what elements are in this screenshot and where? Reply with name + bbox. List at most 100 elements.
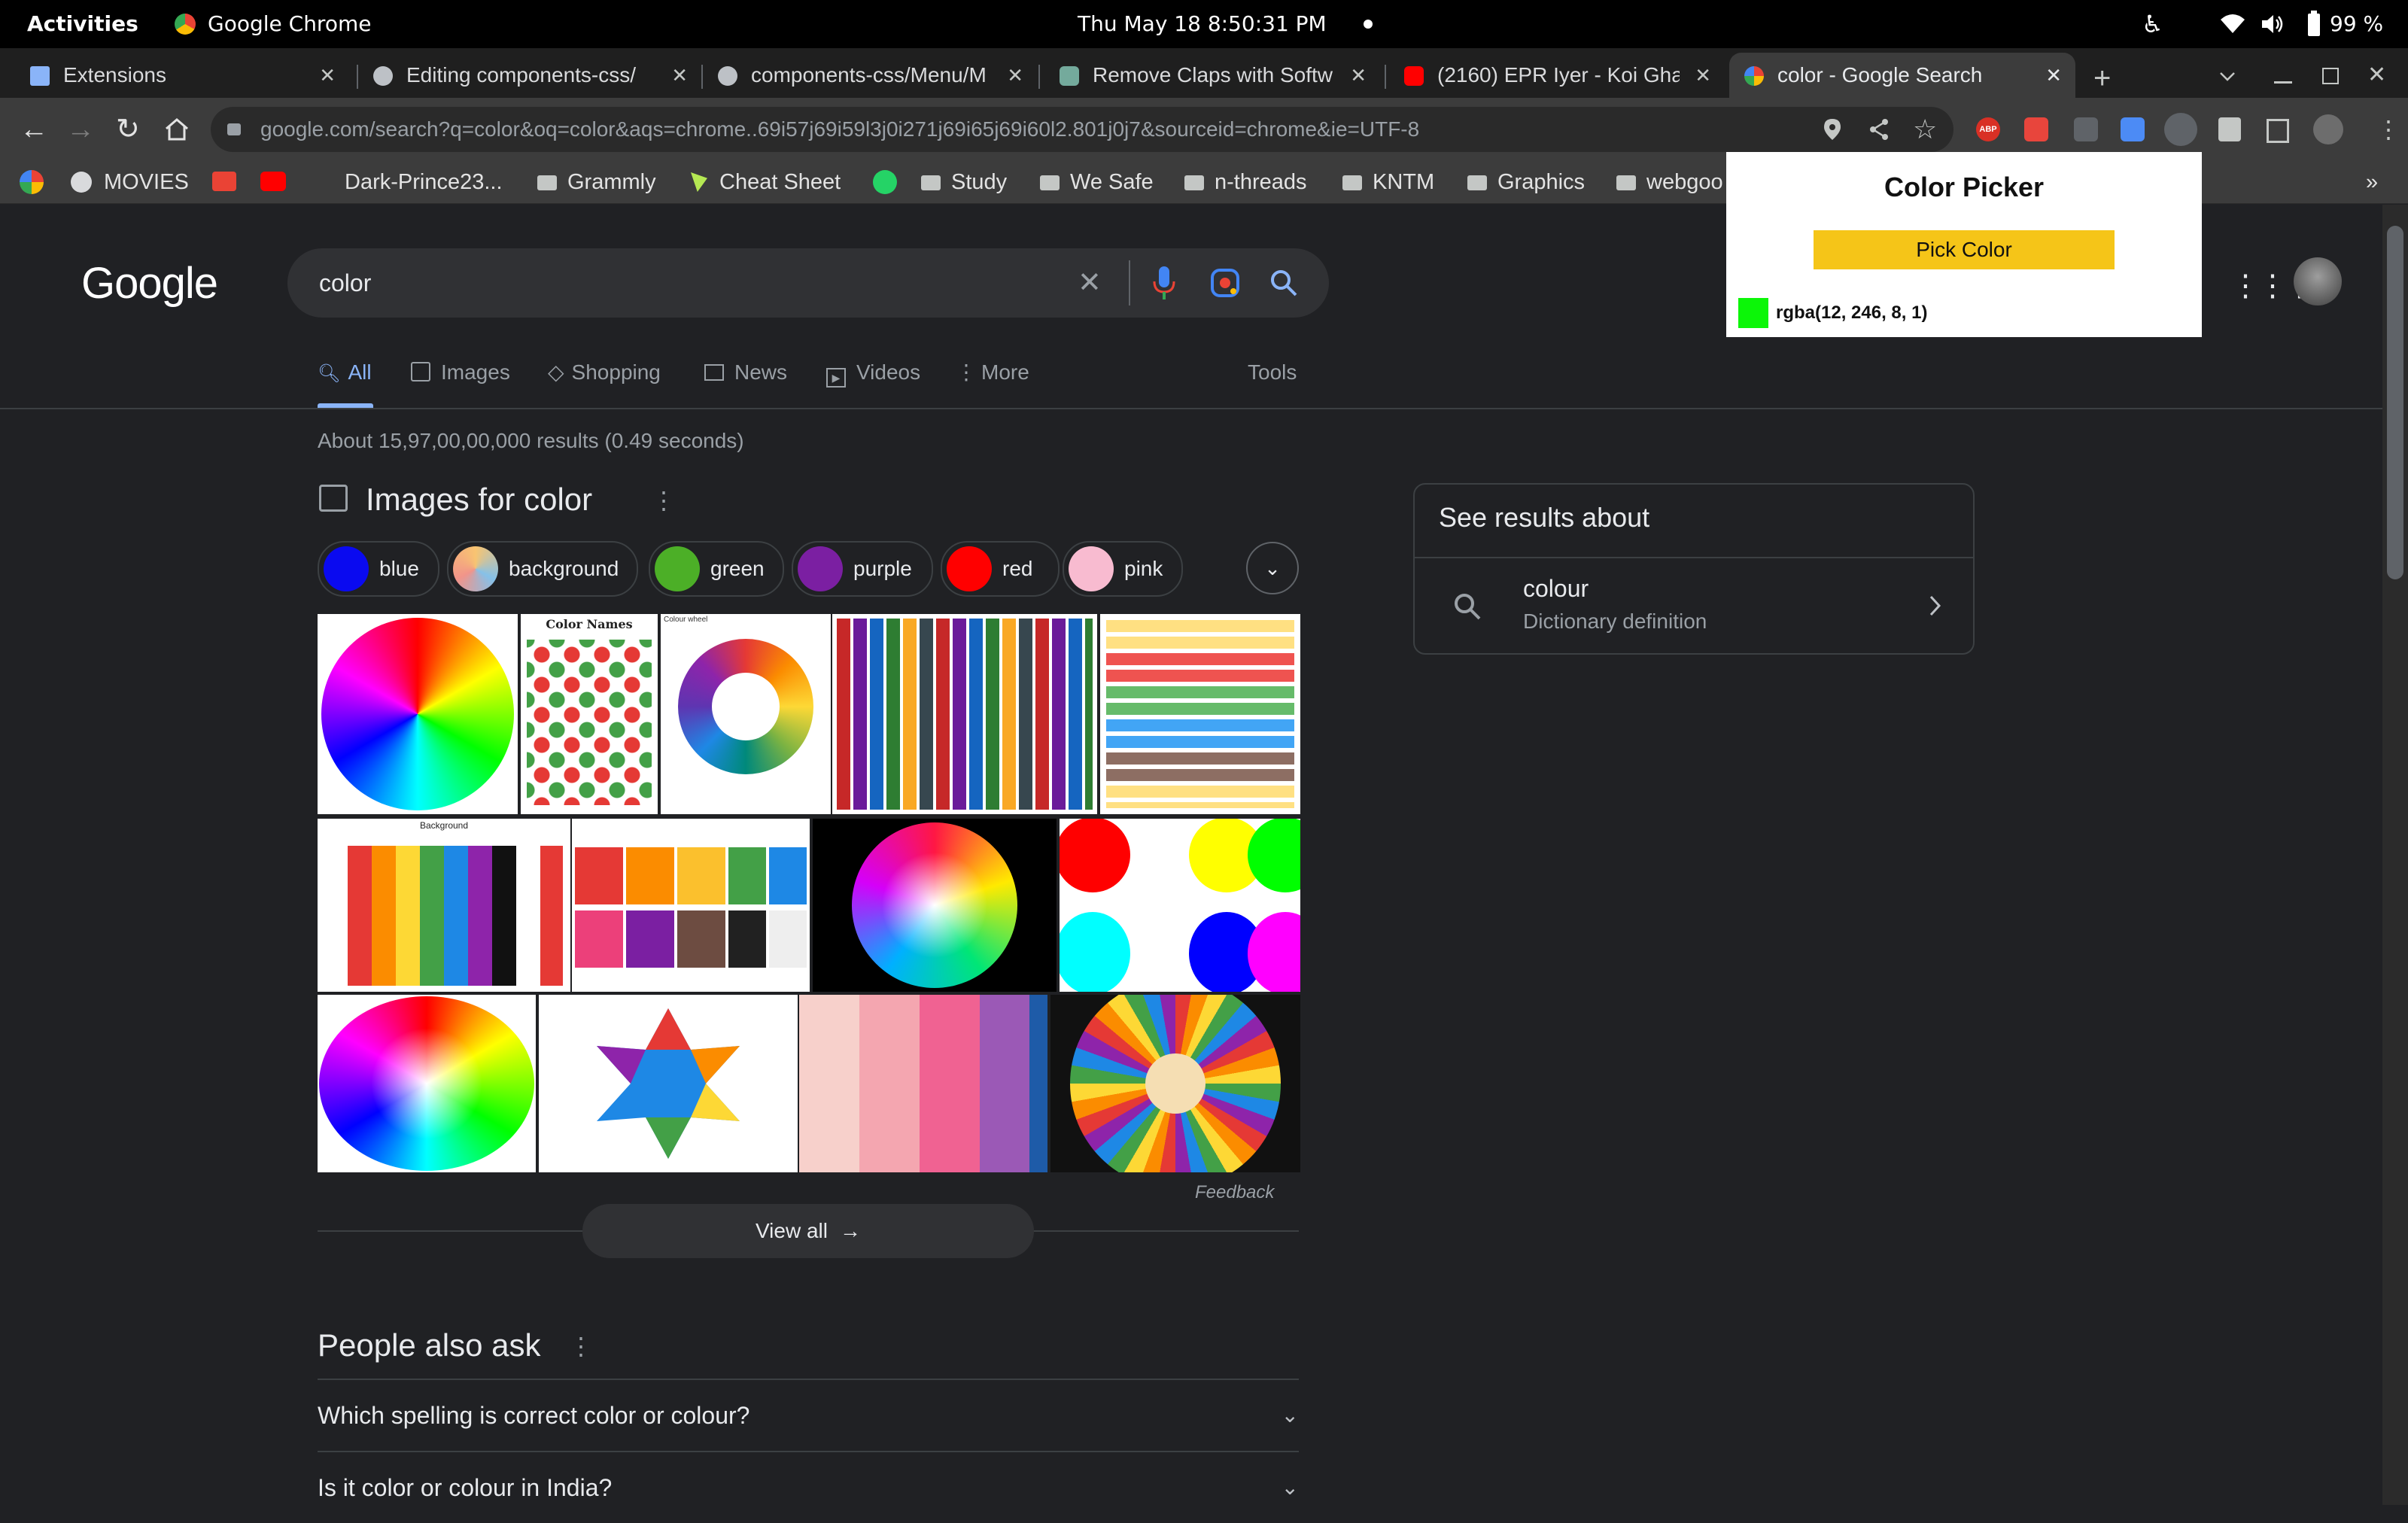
chip-green[interactable]: green [649, 541, 784, 597]
tab-images[interactable]: Images [411, 354, 510, 391]
question-row[interactable]: Is it color or colour in India? ⌄ [318, 1451, 1299, 1523]
tab-more[interactable]: ⋮ More [956, 354, 1029, 391]
tab-all[interactable]: 🔍︎ All [318, 354, 372, 391]
image-result-color-meanings[interactable] [572, 819, 810, 992]
close-icon[interactable]: ✕ [1007, 53, 1023, 98]
bookmark-grammly[interactable]: Grammly [537, 161, 656, 203]
image-result-color-circles[interactable] [1060, 819, 1300, 992]
app-menu[interactable]: Google Chrome [208, 0, 371, 48]
tools-button[interactable]: Tools [1248, 354, 1297, 391]
tab-extensions[interactable]: Extensions ✕ [15, 53, 349, 98]
pick-color-button[interactable]: Pick Color [1814, 230, 2115, 269]
gmail-icon[interactable] [212, 172, 236, 191]
chip-purple[interactable]: purple [792, 541, 933, 597]
bookmark-n-threads[interactable]: n-threads [1184, 161, 1307, 203]
minimize-icon[interactable] [2274, 81, 2292, 84]
location-icon[interactable] [1823, 117, 1842, 141]
whatsapp-icon[interactable] [873, 170, 897, 194]
result-colour-item[interactable]: colour Dictionary definition [1415, 558, 1973, 653]
reload-button[interactable]: ↻ [116, 111, 140, 147]
eyedropper-icon[interactable] [2121, 117, 2145, 141]
image-result-colour-wheel-diagram[interactable]: Colour wheel [661, 614, 831, 814]
bookmark-dark-prince[interactable]: Dark-Prince23... [345, 161, 503, 203]
expand-chips-button[interactable]: ⌄ [1246, 542, 1299, 594]
view-all-button[interactable]: View all → [582, 1204, 1034, 1258]
search-icon[interactable] [1269, 268, 1299, 298]
tab-news[interactable]: News [704, 354, 787, 391]
bookmark-movies[interactable]: MOVIES [71, 161, 189, 203]
extension-icon[interactable] [2024, 117, 2048, 141]
image-result-hexagon-palette[interactable] [318, 995, 536, 1172]
image-result-background-chart[interactable]: Background [318, 819, 570, 992]
image-result-color-wheel[interactable] [318, 614, 518, 814]
tab-remove-claps[interactable]: Remove Claps with Softw ✕ [1044, 53, 1380, 98]
chip-pink[interactable]: pink [1063, 541, 1183, 597]
selected-color-value[interactable]: rgba(12, 246, 8, 1) [1776, 298, 1927, 328]
search-input[interactable]: color [319, 260, 371, 306]
share-icon[interactable] [1868, 117, 1890, 141]
image-result-pink-palette[interactable] [799, 995, 1047, 1172]
color-picker-extension-icon[interactable] [2164, 113, 2197, 146]
close-icon[interactable]: ✕ [1350, 53, 1367, 98]
bookmark-cheat-sheet[interactable]: Cheat Sheet [691, 161, 841, 203]
bookmarks-overflow-button[interactable]: » [2366, 161, 2378, 203]
tab-components-menu[interactable]: components-css/Menu/M ✕ [703, 53, 1037, 98]
battery-icon[interactable] [2307, 11, 2321, 36]
forward-button[interactable]: → [66, 111, 95, 147]
image-result-colored-pencils[interactable] [1050, 995, 1300, 1172]
close-icon[interactable]: ✕ [2045, 53, 2062, 98]
chip-blue[interactable]: blue [318, 541, 439, 597]
lens-icon[interactable] [1210, 268, 1240, 298]
bookmark-star-icon[interactable]: ☆ [1913, 111, 1937, 147]
image-result-star-wheel[interactable] [539, 995, 798, 1172]
profile-avatar[interactable] [2313, 114, 2343, 144]
more-options-icon[interactable]: ⋮ [652, 482, 676, 519]
activities-button[interactable]: Activities [27, 0, 138, 48]
bookmark-study[interactable]: Study [921, 161, 1007, 203]
feedback-link[interactable]: Feedback [1195, 1180, 1274, 1205]
tab-editing-components[interactable]: Editing components-css/ ✕ [358, 53, 701, 98]
volume-icon[interactable] [2261, 13, 2285, 35]
more-options-icon[interactable]: ⋮ [569, 1327, 593, 1365]
tab-youtube[interactable]: (2160) EPR Iyer - Koi Gha ✕ [1389, 53, 1725, 98]
image-result-palette-grid[interactable] [832, 614, 1097, 814]
clock[interactable]: Thu May 18 8:50:31 PM [1078, 0, 1327, 48]
accessibility-icon[interactable]: ♿ [2142, 0, 2163, 48]
wifi-icon[interactable] [2220, 14, 2245, 35]
close-icon[interactable]: ✕ [1695, 53, 1711, 98]
close-icon[interactable]: ✕ [319, 53, 336, 98]
pen-extension-icon[interactable] [2074, 117, 2098, 141]
lock-icon[interactable] [227, 123, 241, 135]
tab-videos[interactable]: ▶ Videos [826, 354, 920, 391]
new-tab-button[interactable]: + [2093, 56, 2111, 101]
home-icon[interactable] [164, 117, 190, 141]
url-text[interactable]: google.com/search?q=color&oq=color&aqs=c… [260, 107, 1419, 152]
account-avatar[interactable] [2294, 257, 2342, 306]
image-result-color-swatches[interactable] [1100, 614, 1300, 814]
chip-red[interactable]: red [941, 541, 1060, 597]
close-icon[interactable]: ✕ [671, 53, 688, 98]
image-result-color-bloom[interactable] [813, 819, 1057, 992]
window-close-icon[interactable]: ✕ [2367, 60, 2386, 90]
bookmark-we-safe[interactable]: We Safe [1040, 161, 1154, 203]
bookmark-graphics[interactable]: Graphics [1467, 161, 1585, 203]
side-panel-icon[interactable] [2267, 119, 2289, 143]
tab-shopping[interactable]: ◇ Shopping [548, 354, 661, 391]
chip-background[interactable]: background [447, 541, 638, 597]
back-button[interactable]: ← [20, 111, 48, 147]
tab-search-icon[interactable] [2218, 71, 2236, 83]
scrollbar-thumb[interactable] [2387, 226, 2403, 579]
tab-color-google-search[interactable]: color - Google Search ✕ [1729, 53, 2075, 98]
clear-search-icon[interactable]: ✕ [1078, 260, 1102, 306]
image-result-color-names[interactable]: Color Names [521, 614, 658, 814]
youtube-bookmark-icon[interactable] [260, 172, 286, 191]
google-logo[interactable]: Google [81, 251, 218, 316]
google-bookmark-icon[interactable] [20, 170, 44, 194]
restore-icon[interactable] [2322, 68, 2339, 84]
question-row[interactable]: Which spelling is correct color or colou… [318, 1379, 1299, 1451]
bookmark-kntm[interactable]: KNTM [1342, 161, 1434, 203]
adblock-icon[interactable]: ABP [1976, 117, 2000, 141]
menu-icon[interactable]: ⋮ [2376, 114, 2400, 144]
bookmark-webgoo[interactable]: webgoo [1616, 161, 1723, 203]
extensions-puzzle-icon[interactable] [2218, 117, 2241, 141]
